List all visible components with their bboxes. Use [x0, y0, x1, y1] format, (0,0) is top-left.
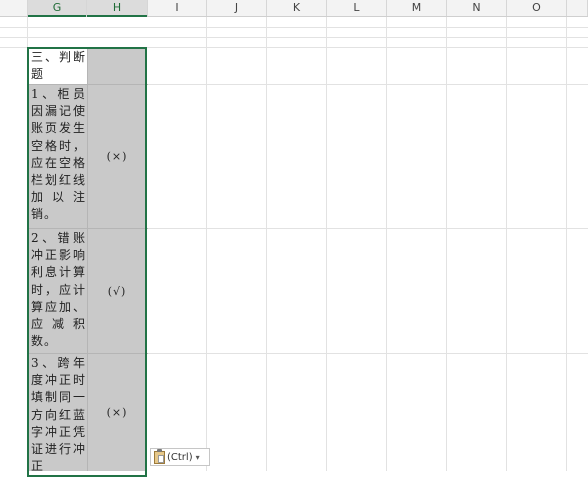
gridline: [148, 84, 588, 85]
cell-g-question-2[interactable]: 2、错账冲正影响利息计算时，应计算应加、应减积数。: [28, 229, 87, 353]
column-header-partial[interactable]: [0, 0, 28, 16]
gridline: [506, 17, 507, 471]
column-header-partial-right[interactable]: [567, 0, 588, 16]
paste-options-button[interactable]: (Ctrl) ▾: [150, 448, 210, 466]
cell-border: [28, 84, 148, 85]
column-header-g[interactable]: G: [28, 0, 87, 17]
cell-g-question-1[interactable]: 1、柜员因漏记使账页发生空格时，应在空格栏划红线加以注销。: [28, 85, 87, 228]
cell-border: [28, 228, 148, 229]
cell-border: [87, 47, 88, 471]
cell-h-answer-1[interactable]: (×): [87, 85, 147, 228]
gridline: [446, 17, 447, 471]
column-header-h[interactable]: H: [87, 0, 148, 17]
column-header-m[interactable]: M: [387, 0, 447, 16]
clipboard-icon: [154, 448, 165, 464]
gridline: [148, 353, 588, 354]
gridline: [386, 17, 387, 471]
gridline: [266, 17, 267, 471]
paste-options-label: (Ctrl): [167, 451, 193, 463]
cell-g-section-title[interactable]: 三、判断题: [28, 48, 87, 84]
chevron-down-icon: ▾: [195, 452, 200, 462]
gridline: [0, 37, 588, 38]
column-header-i[interactable]: I: [148, 0, 207, 16]
column-header-l[interactable]: L: [327, 0, 387, 16]
gridline: [0, 27, 588, 28]
column-header-o[interactable]: O: [507, 0, 567, 16]
gridline: [566, 17, 567, 471]
gridline: [326, 17, 327, 471]
gridline: [148, 228, 588, 229]
column-header-j[interactable]: J: [207, 0, 267, 16]
column-header-bar: G H I J K L M N O: [0, 0, 588, 17]
cell-h-answer-2[interactable]: (√): [87, 229, 147, 353]
cell-h-answer-3[interactable]: (×): [87, 354, 147, 471]
gridline: [206, 17, 207, 471]
cell-g-question-3[interactable]: 3、跨年度冲正时填制同一方向红蓝字冲正凭证进行冲正: [28, 354, 87, 471]
cell-border: [28, 353, 148, 354]
column-header-n[interactable]: N: [447, 0, 507, 16]
cell-h-section-title[interactable]: [87, 48, 147, 84]
column-header-k[interactable]: K: [267, 0, 327, 16]
